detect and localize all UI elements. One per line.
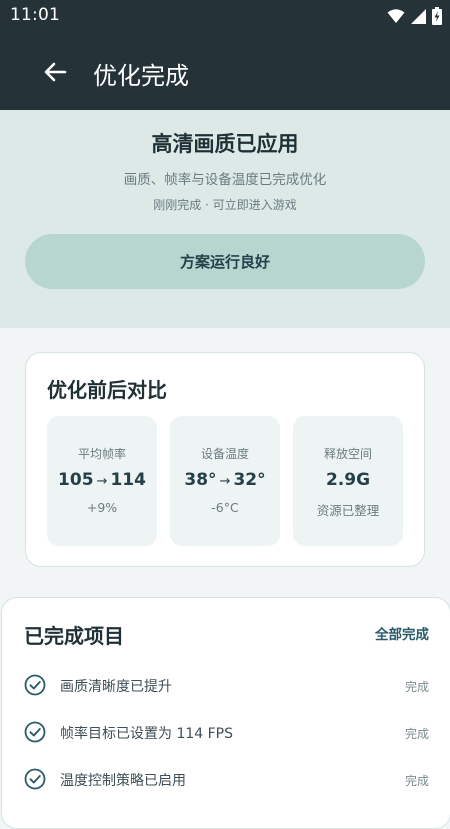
- item-status: 完成: [404, 680, 429, 694]
- stat-note: +9%: [86, 500, 118, 515]
- page-title: 优化完成: [93, 62, 189, 90]
- completed-items-card: 已完成项目 全部完成 画质清晰度已提升 完成 帧率目标已设置为 114 FPS …: [1, 597, 450, 829]
- item-text: 帧率目标已设置为 114 FPS: [60, 726, 234, 742]
- check-circle-icon: [24, 721, 46, 743]
- arrow-right-icon: →: [96, 474, 108, 489]
- stat-note: -6°C: [211, 500, 239, 515]
- stat-after: 114: [110, 470, 146, 490]
- stat-value: 38° → 32°: [170, 470, 280, 490]
- arrow-left-icon[interactable]: [40, 57, 70, 87]
- stat-after: 32°: [233, 470, 266, 490]
- stat-card-fps: 平均帧率 105 → 114 +9%: [47, 416, 157, 546]
- app-bar: 优化完成: [0, 32, 450, 110]
- stat-label: 设备温度: [200, 447, 249, 461]
- all-complete-link[interactable]: 全部完成: [375, 623, 429, 643]
- check-circle-icon: [24, 768, 46, 790]
- comparison-card: 优化前后对比 平均帧率 105 → 114 +9% 设备温度 38° → 32° -6°…: [25, 352, 425, 567]
- stat-before: 38°: [184, 470, 217, 490]
- completed-title: 已完成项目: [24, 624, 124, 648]
- stat-label: 释放空间: [323, 447, 372, 461]
- wifi-icon: [387, 9, 405, 23]
- comparison-title: 优化前后对比: [47, 378, 167, 402]
- signal-icon: [411, 8, 426, 24]
- list-item: 帧率目标已设置为 114 FPS 完成: [2, 717, 450, 747]
- status-button[interactable]: 方案运行良好: [25, 234, 425, 289]
- check-circle-icon: [24, 674, 46, 696]
- stat-card-storage: 释放空间 2.9G 资源已整理: [293, 416, 403, 546]
- item-status: 完成: [404, 774, 429, 788]
- battery-charging-icon: [432, 7, 442, 25]
- status-time: 11:01: [10, 5, 60, 25]
- hero-title: 高清画质已应用: [151, 132, 299, 156]
- item-status: 完成: [404, 727, 429, 741]
- stat-value: 105 → 114: [47, 470, 157, 490]
- item-text: 温度控制策略已启用: [60, 773, 186, 789]
- arrow-right-icon: →: [219, 474, 231, 489]
- stat-note: 资源已整理: [316, 503, 380, 518]
- status-bar: 11:01: [0, 0, 450, 32]
- list-item: 温度控制策略已启用 完成: [2, 764, 450, 794]
- stat-card-temperature: 设备温度 38° → 32° -6°C: [170, 416, 280, 546]
- hero-section: 高清画质已应用 画质、帧率与设备温度已完成优化 刚刚完成 · 可立即进入游戏 方…: [0, 110, 450, 328]
- hero-subtitle: 画质、帧率与设备温度已完成优化: [123, 172, 327, 188]
- stat-label: 平均帧率: [77, 447, 126, 461]
- hero-meta: 刚刚完成 · 可立即进入游戏: [153, 198, 297, 212]
- status-icons: [387, 6, 442, 26]
- item-text: 画质清晰度已提升: [60, 679, 172, 695]
- stat-value: 2.9G: [325, 470, 371, 490]
- list-item: 画质清晰度已提升 完成: [2, 670, 450, 700]
- stat-before: 105: [58, 470, 94, 490]
